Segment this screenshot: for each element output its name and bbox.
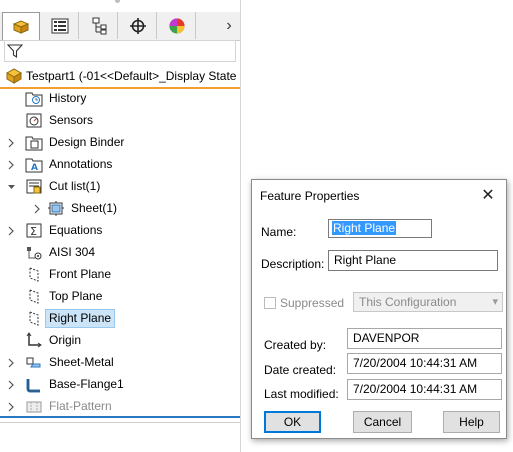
appearance-sphere-icon: [169, 18, 184, 33]
name-value: Right Plane: [332, 221, 397, 235]
tree-item-label: Base-Flange1: [49, 377, 124, 391]
tree-item-label: Annotations: [49, 157, 113, 171]
feature-manager-pane: › Testpart1 (-01<<Default>_Display State…: [0, 0, 241, 452]
help-button[interactable]: Help: [443, 411, 500, 433]
created-by-label: Created by:: [264, 338, 327, 352]
tree-item-annotations[interactable]: A Annotations: [0, 154, 240, 174]
pane-splitter[interactable]: [0, 422, 240, 423]
flat-pattern-icon: [25, 398, 43, 415]
tree-item-flat-pattern[interactable]: Flat-Pattern: [0, 396, 240, 416]
material-icon: [25, 244, 43, 261]
tree-item-label: Right Plane: [45, 309, 116, 328]
ok-button[interactable]: OK: [264, 411, 321, 433]
name-field[interactable]: Right Plane: [328, 219, 432, 238]
part-icon: [5, 68, 23, 84]
tree-item-sensors[interactable]: Sensors: [0, 110, 240, 130]
tree-item-label: Origin: [49, 333, 82, 347]
chevron-right-icon[interactable]: [7, 401, 15, 412]
date-created-value: 7/20/2004 10:44:31 AM: [347, 353, 502, 374]
tree-item-front-plane[interactable]: Front Plane: [0, 264, 240, 284]
sheet-body-icon: [47, 200, 65, 217]
tree-root-part[interactable]: Testpart1 (-01<<Default>_Display State: [0, 66, 240, 89]
tree-item-label: Front Plane: [49, 267, 112, 281]
tree-item-aisi-304[interactable]: AISI 304: [0, 242, 240, 262]
plane-icon: [25, 266, 43, 283]
configuration-value: This Configuration: [359, 295, 457, 309]
tree-item-sheet-metal[interactable]: Sheet-Metal: [0, 352, 240, 372]
tree-item-base-flange1[interactable]: Base-Flange1: [0, 374, 240, 394]
cut-list-icon: [25, 178, 43, 195]
created-by-value: DAVENPOR: [347, 328, 502, 349]
base-flange-icon: [25, 376, 43, 393]
crosshair-icon: [129, 17, 146, 34]
tree-item-origin[interactable]: Origin: [0, 330, 240, 350]
tree-item-label: Top Plane: [49, 289, 103, 303]
svg-text:Σ: Σ: [30, 225, 37, 238]
chevron-right-icon[interactable]: [7, 159, 15, 170]
tree-item-label: Sensors: [49, 113, 94, 127]
equations-icon: Σ: [25, 222, 43, 239]
date-created-label: Date created:: [264, 363, 337, 377]
tree-item-label: AISI 304: [49, 245, 96, 259]
last-modified-label: Last modified:: [264, 387, 339, 401]
tree-item-history[interactable]: History: [0, 88, 240, 108]
chevron-down-icon: ▾: [492, 296, 498, 308]
tab-configurationmanager[interactable]: [80, 12, 118, 39]
origin-icon: [25, 332, 43, 349]
sheet-metal-icon: [25, 354, 43, 371]
design-binder-icon: [25, 134, 43, 151]
tree-item-equations[interactable]: Σ Equations: [0, 220, 240, 240]
plane-icon: [25, 288, 43, 305]
propertymanager-icon: [51, 18, 68, 33]
suppressed-label: Suppressed: [280, 296, 345, 310]
tree-item-label: History: [49, 91, 87, 105]
dialog-title: Feature Properties: [260, 189, 360, 203]
chevron-right-icon[interactable]: [7, 137, 15, 148]
tree-root-label: Testpart1 (-01<<Default>_Display State: [26, 69, 237, 83]
tree-item-label: Sheet-Metal: [49, 355, 114, 369]
chevron-right-icon[interactable]: [33, 203, 41, 214]
plane-icon: [25, 310, 43, 327]
chevron-right-icon[interactable]: [7, 379, 15, 390]
featuremanager-icon: [12, 19, 30, 34]
tree-item-label: Cut list(1): [49, 179, 101, 193]
svg-text:A: A: [31, 163, 38, 173]
tree-item-cut-list-1[interactable]: Cut list(1): [0, 176, 240, 196]
configurationmanager-icon: [92, 17, 106, 34]
configuration-select[interactable]: This Configuration ▾: [353, 292, 503, 312]
tree-item-right-plane[interactable]: Right Plane: [0, 308, 240, 328]
description-field[interactable]: Right Plane: [328, 250, 498, 271]
sensors-icon: [25, 112, 43, 129]
tree-item-label: Equations: [49, 223, 103, 237]
tree-item-sheet-1[interactable]: Sheet(1): [0, 198, 240, 218]
description-label: Description:: [261, 257, 325, 271]
tree-item-label: Flat-Pattern: [49, 399, 112, 413]
last-modified-value: 7/20/2004 10:44:31 AM: [347, 379, 502, 400]
tree-item-label: Design Binder: [49, 135, 125, 149]
filter-input[interactable]: [4, 40, 236, 62]
feature-properties-dialog: Feature Properties ✕ Name: Right Plane D…: [251, 179, 507, 439]
chevron-right-icon[interactable]: [7, 225, 15, 236]
more-tabs-chevron-icon[interactable]: ›: [222, 17, 236, 35]
annotations-icon: A: [25, 156, 43, 173]
filter-icon[interactable]: [7, 43, 23, 59]
tree-item-design-binder[interactable]: Design Binder: [0, 132, 240, 152]
history-folder-icon: [25, 90, 43, 107]
cancel-button[interactable]: Cancel: [353, 411, 412, 433]
manager-tab-bar: ›: [0, 12, 240, 41]
chevron-right-icon[interactable]: [7, 357, 15, 368]
tab-featuremanager[interactable]: [2, 12, 40, 40]
tab-propertymanager[interactable]: [41, 12, 79, 39]
tab-displaymanager[interactable]: [158, 12, 196, 39]
close-icon[interactable]: ✕: [476, 184, 500, 206]
suppressed-checkbox[interactable]: [264, 297, 276, 309]
tree-item-label: Sheet(1): [71, 201, 118, 215]
name-label: Name:: [261, 225, 297, 239]
tab-dimxpertmanager[interactable]: [119, 12, 157, 39]
chevron-down-icon[interactable]: [7, 181, 15, 191]
tree-item-top-plane[interactable]: Top Plane: [0, 286, 240, 306]
pane-grip[interactable]: [112, 0, 122, 4]
tree-bottom-divider: [0, 416, 240, 418]
